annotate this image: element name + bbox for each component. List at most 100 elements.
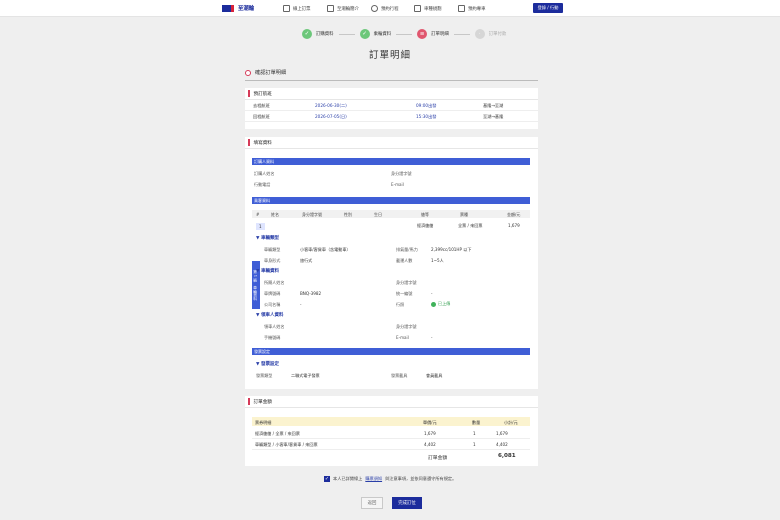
step-1: ✓ 訂購資料 (302, 29, 334, 39)
back-button[interactable]: 返回 (361, 497, 383, 509)
total-value: 6,081 (498, 453, 516, 459)
row-price: 1,679 (424, 431, 436, 436)
row-index: 1 (256, 223, 265, 230)
nav-item-ship-intro[interactable]: 至潮輪簡介 (327, 5, 359, 12)
driver-id-label: 身分證字號 (396, 324, 417, 329)
uniform-value: - (431, 291, 433, 296)
nav-item-online-booking[interactable]: 線上訂票 (283, 5, 311, 12)
row-qty: 1 (473, 431, 476, 436)
company-label: 公司名稱 (264, 302, 281, 307)
col-header: 票券明細 (255, 420, 272, 425)
row-class: 經濟艙艙 (417, 223, 434, 228)
step-4: · 訂單付款 (474, 29, 507, 39)
vehicle-type-label: 車輛類型 (264, 247, 281, 252)
details-card: 填寫資料 訂購人資料 訂購人姓名 身分證字號 行動電話 E-mail 乘客資料 … (245, 137, 538, 389)
col-header: 小計/元 (504, 420, 518, 425)
brand-logo[interactable]: 至潮輪 (222, 4, 254, 12)
carrier-value: 會員載具 (426, 373, 443, 378)
step-connector (453, 33, 470, 35)
login-button[interactable]: 登錄 / 行動 (533, 3, 563, 13)
seats-value: 1~5人 (431, 258, 444, 263)
col-header: 艙等 (421, 212, 429, 217)
nav-item-label: 車種規劃 (424, 6, 442, 12)
company-value: - (300, 302, 302, 307)
license-status[interactable]: 已上傳 (431, 301, 450, 307)
flight-row: 回程航班 2026-07-05(日) 15:30出發 至湖→基隆 (245, 111, 538, 122)
uniform-label: 統一編號 (396, 291, 413, 296)
step-label: 訂單付款 (488, 32, 507, 37)
step-2: ✓ 乘輪資料 (359, 29, 392, 39)
step-connector (338, 33, 355, 35)
driver-email-value: - (431, 335, 433, 340)
plate-value: BNQ-3982 (300, 291, 322, 296)
summary-header: 票券明細 單價/元 數量 小計/元 (252, 417, 530, 426)
invoice-bar: 發票設定 (252, 348, 530, 355)
vehicle-data-title: ▼ 車輛資料 (256, 269, 280, 274)
nav-item-trip[interactable]: 預約行程 (371, 5, 399, 12)
plate-label: 車牌號碼 (264, 291, 281, 296)
card-title: 預訂航班 (245, 88, 538, 100)
progress-stepper: ✓ 訂購資料 ✓ 乘輪資料 ≡ 訂單明細 · 訂單付款 (302, 29, 506, 39)
agreement-text: 與注意事項，並依同意遵守所有規定。 (385, 476, 457, 481)
step-connector (396, 33, 413, 35)
passenger-table-header: # 姓名 身分證字號 性別 生日 艙等 票種 金額/元 (252, 210, 530, 218)
buyer-id-label: 身分證字號 (391, 171, 412, 176)
owner-label: 所屬人姓名 (264, 280, 285, 285)
row-item: 經濟艙艙 / 全票 / 來回票 (255, 431, 300, 436)
card-title: 填寫資料 (245, 137, 538, 149)
buyer-name-label: 訂購人姓名 (254, 171, 275, 176)
invoice-type-label: 發票類型 (256, 373, 273, 378)
invoice-type-value: 二聯式電子發票 (291, 373, 320, 378)
drive-value: 旅行式 (300, 258, 313, 263)
total-label: 訂單金額 (428, 456, 448, 461)
top-nav: 至潮輪 線上訂票 至潮輪簡介 預約行程 車種規劃 預約專車 登錄 / 行動 (0, 0, 780, 17)
vehicle-icon (414, 5, 421, 12)
col-header: 身分證字號 (302, 212, 322, 217)
side-tab-label: 車輛資料 (253, 285, 258, 301)
flight-row: 去程航班 2026-06-30(二) 09:00出發 基隆→至湖 (245, 100, 538, 111)
flight-date: 2026-07-05(日) (315, 114, 347, 119)
carrier-label: 發票載具 (391, 373, 408, 378)
flight-date: 2026-06-30(二) (315, 103, 347, 108)
passenger-bar: 乘客資料 (252, 197, 530, 204)
col-header: 票種 (460, 212, 468, 217)
invoice-title: ▼ 發票設定 (256, 362, 280, 367)
col-header: 單價/元 (423, 420, 437, 425)
col-header: 姓名 (271, 212, 279, 217)
pending-icon: · (474, 29, 485, 39)
drive-label: 車身形式 (264, 258, 281, 263)
flight-route: 至湖→基隆 (483, 114, 504, 119)
notice-link[interactable]: 購票須知 (365, 476, 382, 482)
driver-email-label: E-mail (396, 335, 409, 340)
flight-time: 09:00出發 (416, 103, 437, 108)
step-label: 乘輪資料 (373, 32, 392, 37)
section-heading: 確認訂單明細 (245, 69, 286, 76)
license-value: 已上傳 (438, 301, 451, 306)
vehicle-type-title: ▼ 車輛類型 (256, 236, 280, 241)
nav-item-charter[interactable]: 預約專車 (458, 5, 486, 12)
check-icon: ✓ (302, 29, 312, 39)
ticket-icon (283, 5, 290, 12)
car-icon (458, 5, 465, 12)
buyer-phone-label: 行動電話 (254, 182, 271, 187)
agreement-row: ✓ 本人已詳閱線上 購票須知 與注意事項，並依同意遵守所有規定。 (324, 476, 456, 482)
step-3: ≡ 訂單明細 (417, 29, 449, 39)
check-icon: ✓ (359, 29, 370, 39)
row-amount: 1,679 (508, 223, 520, 228)
nav-item-label: 線上訂票 (293, 6, 311, 12)
agreement-checkbox[interactable]: ✓ (324, 476, 330, 482)
nav-item-label: 預約專車 (468, 6, 486, 12)
row-item: 車輛類型 / 小客車/客貨車 / 來回票 (255, 442, 318, 447)
col-header: # (256, 212, 260, 217)
owner-id-label: 身分證字號 (396, 280, 417, 285)
seats-label: 載運人數 (396, 258, 413, 263)
nav-item-vehicle[interactable]: 車種規劃 (414, 5, 442, 12)
summary-card: 訂單金額 票券明細 單價/元 數量 小計/元 經濟艙艙 / 全票 / 來回票 1… (245, 396, 538, 466)
complete-booking-button[interactable]: 完成訂位 (392, 497, 422, 509)
ship-icon (327, 5, 334, 12)
row-ticket: 全票 / 來回票 (458, 223, 483, 228)
step-label: 訂單明細 (431, 32, 449, 37)
logo-icon (222, 4, 234, 12)
nav-item-label: 至潮輪簡介 (337, 6, 359, 12)
license-label: 行照 (396, 302, 405, 307)
